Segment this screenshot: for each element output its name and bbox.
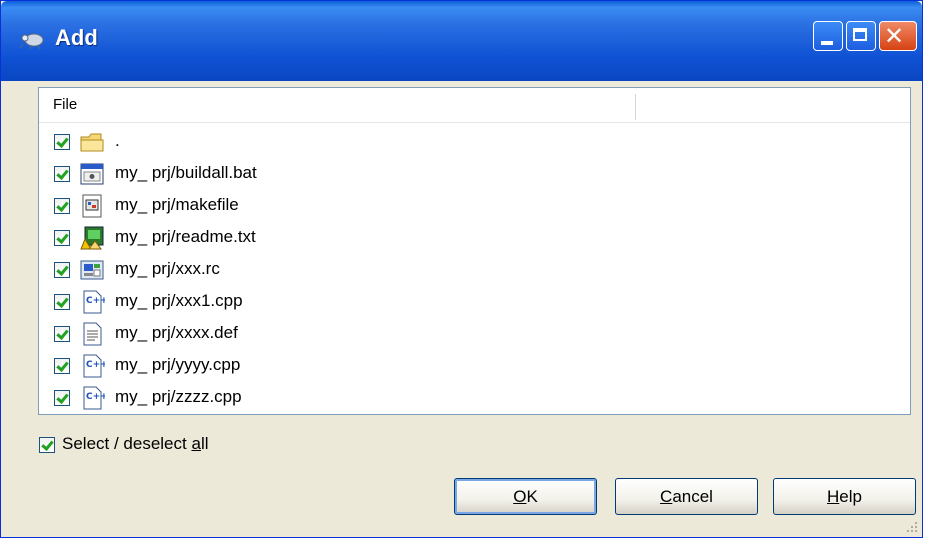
file-row[interactable]: my_ prj/xxx.rc	[39, 254, 910, 286]
folder-icon	[80, 133, 104, 152]
file-row[interactable]: my_ prj/xxxx.def	[39, 318, 910, 350]
resize-grip-icon[interactable]	[906, 521, 918, 533]
file-row[interactable]: .	[39, 126, 910, 158]
file-name: my_ prj/zzzz.cpp	[115, 387, 242, 406]
cancel-button[interactable]: Cancel	[615, 478, 758, 515]
file-checkbox[interactable]	[54, 390, 70, 406]
file-name: my_ prj/readme.txt	[115, 227, 256, 246]
help-label: Help	[827, 486, 862, 506]
makefile-icon	[82, 194, 102, 218]
maximize-button[interactable]	[846, 21, 876, 51]
text-document-icon	[80, 226, 104, 250]
file-name: my_ prj/xxxx.def	[115, 323, 238, 342]
title-bar[interactable]: Add ✕	[1, 1, 922, 81]
cancel-label: Cancel	[660, 486, 713, 506]
file-checkbox[interactable]	[54, 134, 70, 150]
file-name: my_ prj/makefile	[115, 195, 239, 214]
app-icon	[19, 33, 44, 50]
file-checkbox[interactable]	[54, 198, 70, 214]
file-name: my_ prj/yyyy.cpp	[115, 355, 241, 374]
batch-file-icon	[80, 163, 104, 185]
file-row[interactable]: my_ prj/buildall.bat	[39, 158, 910, 190]
cpp-file-icon: C++	[83, 386, 105, 410]
file-checkbox[interactable]	[54, 262, 70, 278]
generic-file-icon	[83, 322, 102, 346]
close-button[interactable]: ✕	[879, 21, 917, 51]
file-rows: . my_ prj/buildall.bat my_ prj/makefile my_…	[39, 126, 910, 414]
select-all-label[interactable]: Select / deselect all	[62, 434, 209, 454]
file-checkbox[interactable]	[54, 230, 70, 246]
file-checkbox[interactable]	[54, 326, 70, 342]
window-title: Add	[55, 25, 98, 50]
minimize-button[interactable]	[813, 21, 843, 51]
file-name: my_ prj/xxx.rc	[115, 259, 220, 278]
file-row[interactable]: my_ prj/makefile	[39, 190, 910, 222]
svg-text:C++: C++	[86, 296, 105, 306]
file-name: .	[115, 131, 120, 150]
file-name: my_ prj/xxx1.cpp	[115, 291, 243, 310]
select-all-checkbox[interactable]	[39, 437, 55, 453]
list-header: File	[39, 88, 910, 123]
file-checkbox[interactable]	[54, 294, 70, 310]
file-row[interactable]: my_ prj/readme.txt	[39, 222, 910, 254]
resource-file-icon	[80, 260, 104, 280]
file-row[interactable]: C++ my_ prj/yyyy.cpp	[39, 350, 910, 382]
column-header-file[interactable]: File	[53, 96, 77, 113]
file-row[interactable]: C++ my_ prj/zzzz.cpp	[39, 382, 910, 414]
cpp-file-icon: C++	[83, 290, 105, 314]
file-list[interactable]: File . my_ prj/buildall.bat my_ prj/makefi…	[38, 87, 911, 415]
ok-button[interactable]: OK	[454, 478, 597, 515]
file-checkbox[interactable]	[54, 358, 70, 374]
close-icon: ✕	[884, 22, 905, 50]
column-separator[interactable]	[635, 94, 636, 120]
cpp-file-icon: C++	[83, 354, 105, 378]
help-button[interactable]: Help	[773, 478, 916, 515]
file-row[interactable]: C++ my_ prj/xxx1.cpp	[39, 286, 910, 318]
svg-text:C++: C++	[86, 360, 105, 370]
add-dialog: Add ✕ File . my_ prj/buildall.bat my_ prj/…	[0, 0, 923, 538]
ok-label: OK	[513, 486, 538, 506]
file-name: my_ prj/buildall.bat	[115, 163, 257, 182]
svg-text:C++: C++	[86, 392, 105, 402]
file-checkbox[interactable]	[54, 166, 70, 182]
